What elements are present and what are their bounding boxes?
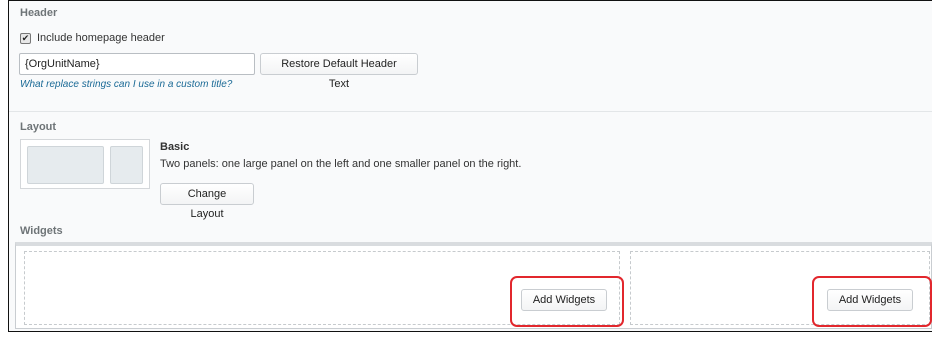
restore-default-header-button[interactable]: Restore Default Header Text [260,53,418,90]
header-title-input[interactable] [19,53,255,75]
layout-description: Two panels: one large panel on the left … [160,158,522,170]
widgets-container [15,242,932,329]
layout-thumbnail [20,139,150,189]
replace-strings-help-link[interactable]: What replace strings can I use in a cust… [20,79,232,90]
layout-thumbnail-large-panel [27,146,104,184]
layout-section-label: Layout [20,121,57,133]
homepage-settings-panel: Header ✔ Include homepage header Restore… [8,0,932,332]
add-widgets-button-left[interactable]: Add Widgets [521,289,607,311]
widgets-section-label: Widgets [20,225,63,237]
checkmark-icon: ✔ [21,33,30,43]
header-section-label: Header [20,7,58,19]
add-widgets-button-right[interactable]: Add Widgets [827,289,913,311]
change-layout-button[interactable]: Change Layout [160,183,254,220]
layout-name: Basic [160,141,190,153]
layout-thumbnail-small-panel [110,146,143,184]
include-header-label: Include homepage header [37,32,165,44]
include-header-checkbox[interactable]: ✔ [20,33,31,44]
section-divider [9,111,932,112]
